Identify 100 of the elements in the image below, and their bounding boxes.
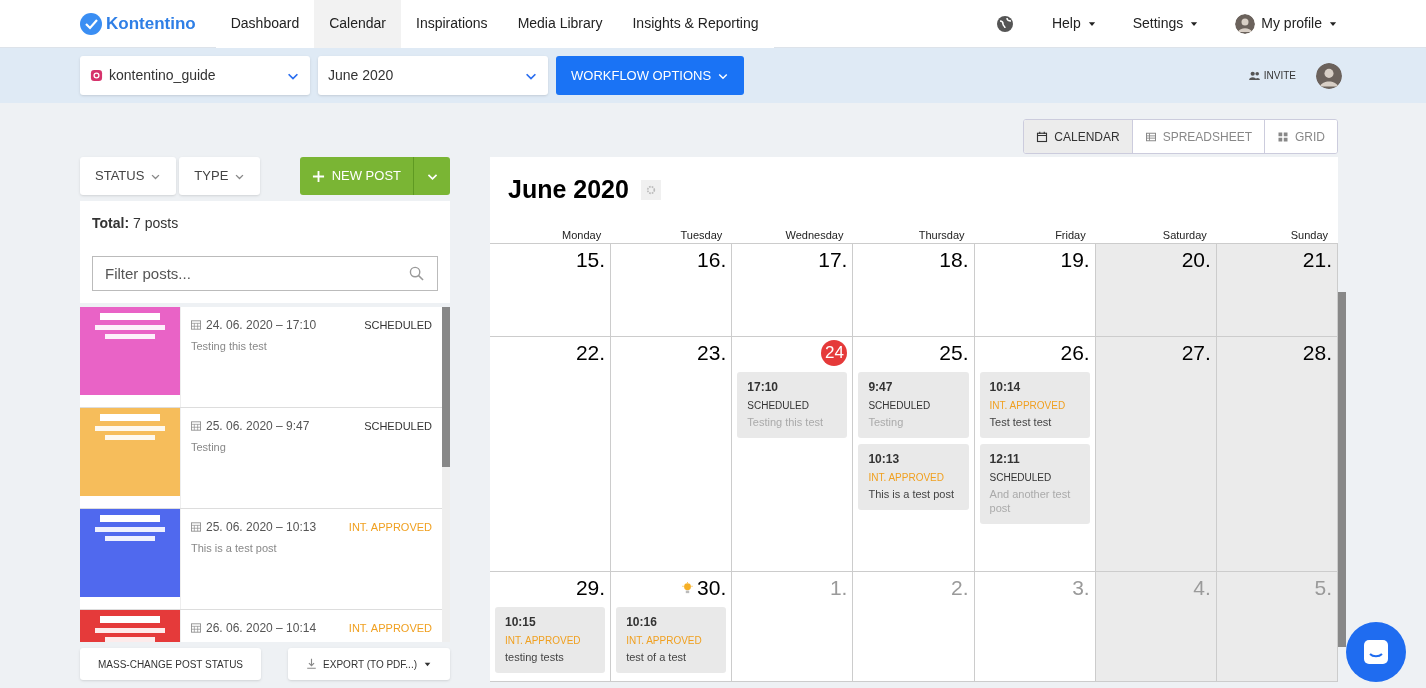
post-status: INT. APPROVED bbox=[626, 634, 703, 648]
instagram-icon bbox=[90, 69, 103, 82]
post-status: INT. APPROVED bbox=[348, 519, 432, 535]
post-card[interactable]: 10:16 INT. APPROVED test of a test bbox=[616, 607, 727, 673]
nav-tab[interactable]: Calendar bbox=[314, 0, 402, 48]
day-number: 17. bbox=[818, 246, 848, 273]
view-tab[interactable]: CALENDAR bbox=[1024, 120, 1132, 153]
day-number: 1. bbox=[829, 574, 848, 601]
day-number: 26. bbox=[1060, 339, 1090, 366]
post-text: Test test test bbox=[989, 415, 1053, 429]
menu-button[interactable]: Settings bbox=[1114, 13, 1218, 34]
invite-button[interactable]: INVITE bbox=[1248, 68, 1296, 83]
post-row[interactable]: 26. 06. 2020 – 10:14 INT. APPROVED bbox=[80, 610, 442, 642]
post-time: 10:15 bbox=[505, 614, 537, 631]
day-number: 23. bbox=[697, 339, 727, 366]
day-number: 19. bbox=[1060, 246, 1090, 273]
chat-icon bbox=[1362, 638, 1390, 666]
settings-icon bbox=[640, 179, 661, 200]
weekday-label: Saturday bbox=[1162, 229, 1207, 241]
logo-text: Kontentino bbox=[106, 12, 196, 35]
post-card[interactable]: 17:10 SCHEDULED Testing this test bbox=[737, 372, 848, 438]
post-status: INT. APPROVED bbox=[505, 634, 582, 648]
grid-icon bbox=[1277, 130, 1289, 143]
day-number: 22. bbox=[575, 339, 606, 366]
post-text: This is a test post bbox=[868, 487, 955, 501]
post-text: Testing bbox=[868, 415, 905, 429]
post-text: Testing this test bbox=[747, 415, 825, 429]
day-number: 18. bbox=[939, 246, 969, 273]
post-text: Testing bbox=[191, 440, 227, 455]
people-icon bbox=[1248, 71, 1260, 80]
day-number: 5. bbox=[1314, 574, 1332, 601]
post-date: 25. 06. 2020 – 9:47 bbox=[206, 418, 310, 435]
avatar-icon bbox=[1235, 13, 1256, 34]
post-status: SCHEDULED bbox=[989, 471, 1053, 485]
calendar-icon bbox=[191, 421, 201, 431]
download-icon bbox=[306, 658, 318, 670]
account-dropdown[interactable]: kontentino_guide bbox=[80, 56, 310, 95]
post-status: INT. APPROVED bbox=[868, 471, 945, 485]
post-row[interactable]: 25. 06. 2020 – 9:47 SCHEDULED Testing bbox=[80, 408, 442, 509]
day-number: 27. bbox=[1181, 339, 1211, 366]
post-date: 26. 06. 2020 – 10:14 bbox=[206, 620, 317, 637]
post-row[interactable]: 24. 06. 2020 – 17:10 SCHEDULED Testing this test bbox=[80, 307, 442, 408]
day-number: 29. bbox=[575, 574, 606, 601]
post-text: And another test post bbox=[989, 487, 1072, 515]
filter-field[interactable]: Filter posts... bbox=[92, 256, 438, 291]
chat-button[interactable] bbox=[1346, 622, 1406, 682]
post-date: 24. 06. 2020 – 17:10 bbox=[206, 317, 317, 334]
calendar-icon bbox=[191, 623, 201, 633]
post-text: This is a test post bbox=[191, 541, 278, 556]
post-text: test of a test bbox=[626, 650, 688, 664]
mass-change-button[interactable]: MASS-CHANGE POST STATUS bbox=[80, 648, 262, 680]
post-time: 9:47 bbox=[868, 379, 894, 396]
day-number: 2. bbox=[951, 574, 969, 601]
search-icon bbox=[409, 266, 424, 281]
post-time: 17:10 bbox=[747, 379, 779, 396]
menu-button[interactable]: Help bbox=[1033, 13, 1115, 34]
post-card[interactable]: 9:47 SCHEDULED Testing bbox=[858, 372, 969, 438]
total-label: Total: bbox=[92, 214, 130, 233]
workflow-options-button[interactable]: WORKFLOW OPTIONS bbox=[556, 56, 745, 95]
post-card[interactable]: 10:14 INT. APPROVED Test test test bbox=[979, 372, 1090, 438]
weekday-label: Monday bbox=[562, 229, 602, 241]
scrollbar-thumb[interactable] bbox=[1338, 292, 1346, 647]
calendar-title: June 2020 bbox=[508, 173, 629, 205]
filter-dropdown[interactable]: TYPE bbox=[179, 157, 261, 195]
post-time: 10:13 bbox=[868, 451, 901, 468]
post-time: 10:16 bbox=[626, 614, 658, 631]
view-tab[interactable]: GRID bbox=[1264, 120, 1337, 153]
post-text: testing tests bbox=[505, 650, 565, 664]
post-time: 12:11 bbox=[989, 451, 1021, 468]
calendar-icon bbox=[1036, 130, 1049, 143]
day-number: 21. bbox=[1302, 246, 1332, 273]
filter-dropdown[interactable]: STATUS bbox=[80, 157, 177, 195]
weekday-label: Sunday bbox=[1290, 229, 1328, 241]
post-status: SCHEDULED bbox=[364, 418, 432, 434]
export-button[interactable]: EXPORT (TO PDF...) bbox=[288, 648, 450, 680]
month-dropdown[interactable]: June 2020 bbox=[318, 56, 548, 95]
grid-icon bbox=[1144, 130, 1157, 143]
scrollbar-thumb[interactable] bbox=[442, 307, 450, 467]
menu-button[interactable]: My profile bbox=[1217, 13, 1356, 34]
day-number: 20. bbox=[1181, 246, 1211, 273]
post-card[interactable]: 10:13 INT. APPROVED This is a test post bbox=[858, 444, 969, 510]
post-card[interactable]: 10:15 INT. APPROVED testing tests bbox=[495, 607, 606, 673]
new-post-menu-button[interactable] bbox=[414, 157, 450, 195]
post-time: 10:14 bbox=[989, 379, 1022, 396]
post-status: INT. APPROVED bbox=[989, 399, 1067, 413]
plus-icon bbox=[311, 169, 325, 183]
calendar-icon bbox=[191, 522, 201, 532]
weekday-label: Thursday bbox=[918, 229, 965, 241]
post-card[interactable]: 12:11 SCHEDULED And another test post bbox=[979, 444, 1090, 524]
avatar-icon bbox=[1316, 62, 1342, 89]
total-count: 7 posts bbox=[133, 214, 179, 233]
logo-icon bbox=[80, 12, 102, 35]
weekday-label: Tuesday bbox=[680, 229, 723, 241]
post-row[interactable]: 25. 06. 2020 – 10:13 INT. APPROVED This is a test post bbox=[80, 509, 442, 610]
globe-icon bbox=[995, 14, 1014, 33]
calendar-icon bbox=[191, 320, 201, 330]
post-date: 25. 06. 2020 – 10:13 bbox=[206, 519, 317, 536]
day-number: 25. bbox=[939, 339, 969, 366]
day-number: 3. bbox=[1072, 574, 1090, 601]
day-number: 15. bbox=[575, 246, 606, 273]
